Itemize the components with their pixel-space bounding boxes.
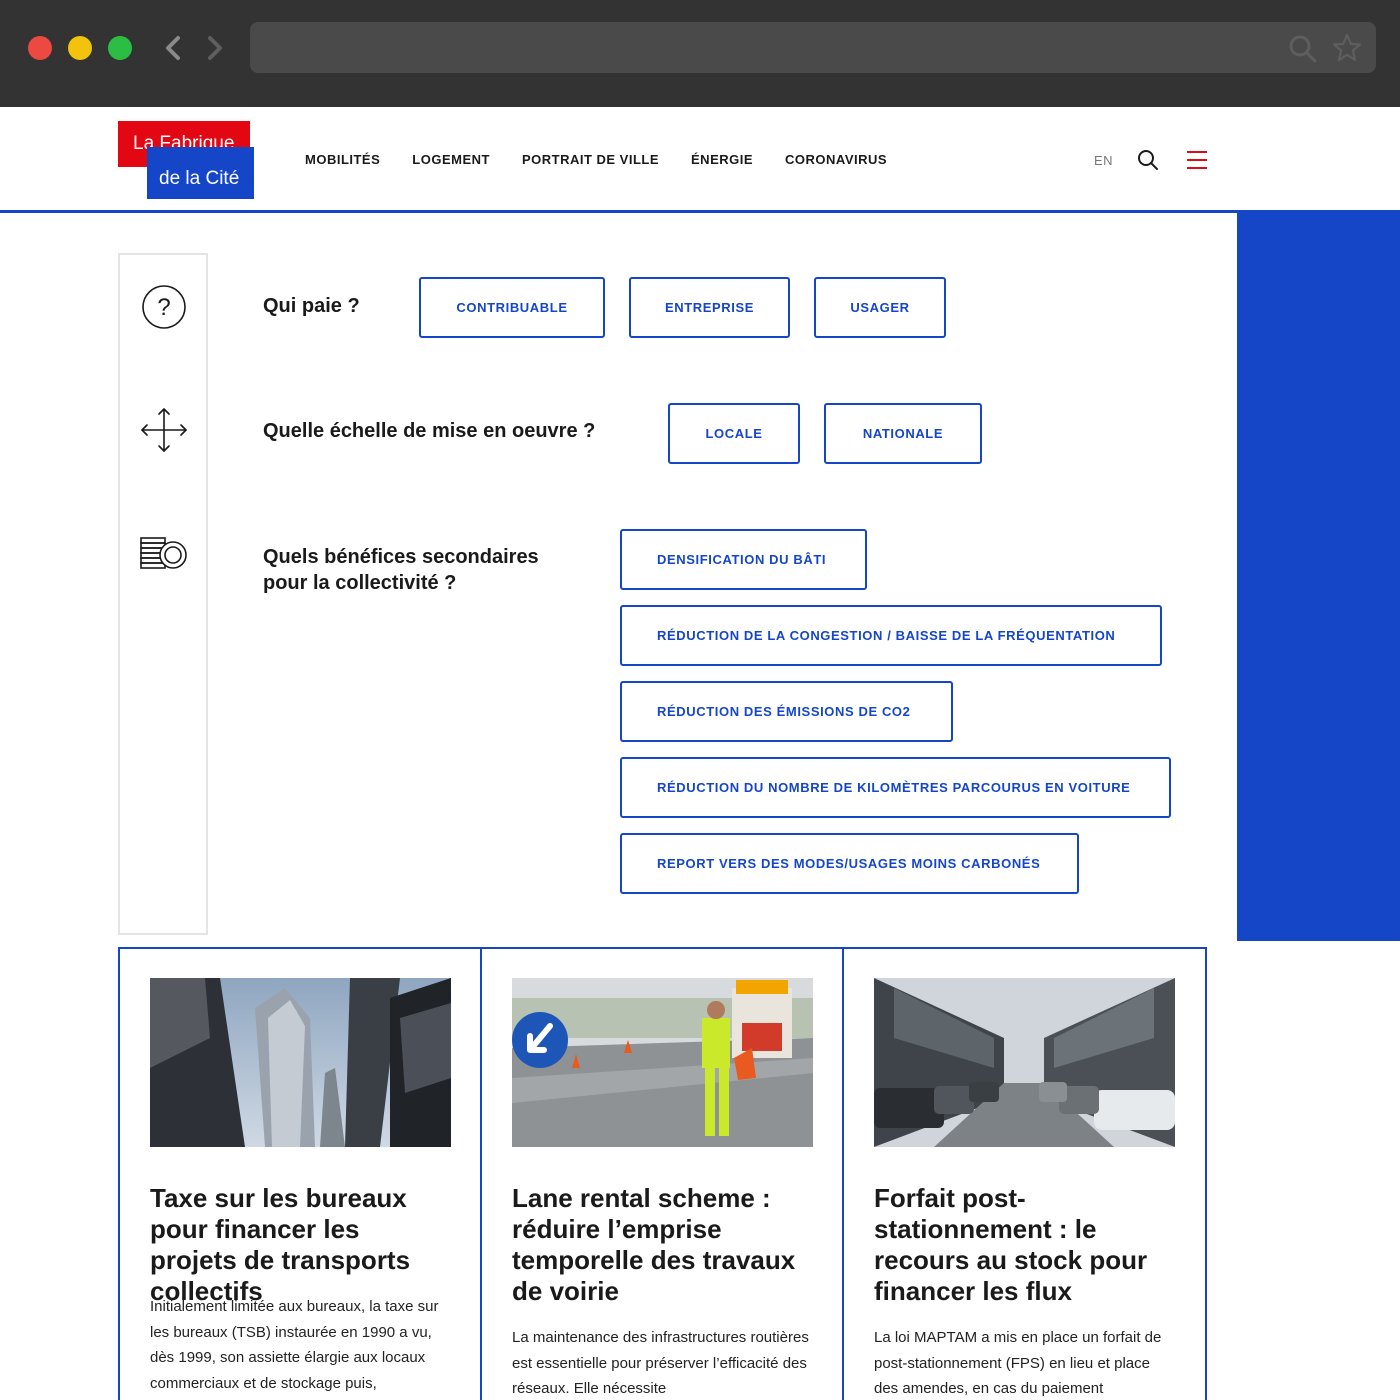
filter-option-reduction-co2[interactable]: RÉDUCTION DES ÉMISSIONS DE CO2 bbox=[620, 681, 953, 742]
search-icon[interactable] bbox=[1288, 34, 1318, 64]
main-nav: MOBILITÉS LOGEMENT PORTRAIT DE VILLE ÉNE… bbox=[305, 152, 919, 167]
question-circle-icon: ? bbox=[142, 285, 186, 329]
move-arrows-icon bbox=[141, 408, 187, 452]
card-divider bbox=[842, 947, 844, 1400]
filter-option-nationale[interactable]: NATIONALE bbox=[824, 403, 982, 464]
language-switch[interactable]: EN bbox=[1094, 153, 1113, 168]
filter-option-report-modes[interactable]: REPORT VERS DES MODES/USAGES MOINS CARBO… bbox=[620, 833, 1079, 894]
address-bar[interactable] bbox=[250, 22, 1376, 73]
bookmark-star-icon[interactable] bbox=[1332, 33, 1362, 63]
nav-item-coronavirus[interactable]: CORONAVIRUS bbox=[785, 152, 887, 167]
filter-option-reduction-congestion[interactable]: RÉDUCTION DE LA CONGESTION / BAISSE DE L… bbox=[620, 605, 1162, 666]
nav-item-logement[interactable]: LOGEMENT bbox=[412, 152, 490, 167]
card-title-taxe-bureaux[interactable]: Taxe sur les bureaux pour financer les p… bbox=[150, 1183, 450, 1307]
card-image-road-works[interactable] bbox=[512, 978, 813, 1147]
svg-text:?: ? bbox=[157, 294, 170, 321]
card-excerpt: La loi MAPTAM a mis en place un forfait … bbox=[874, 1329, 1162, 1397]
filter-option-usager[interactable]: USAGER bbox=[814, 277, 946, 338]
question-secondary-benefits: Quels bénéfices secondaires pour la coll… bbox=[263, 546, 539, 594]
decorative-blue-panel bbox=[1237, 213, 1400, 941]
filter-option-densification[interactable]: DENSIFICATION DU BÂTI bbox=[620, 529, 867, 590]
search-icon[interactable] bbox=[1137, 149, 1159, 171]
filter-icon-column bbox=[118, 253, 208, 935]
filter-option-contribuable[interactable]: CONTRIBUABLE bbox=[419, 277, 605, 338]
card-divider bbox=[480, 947, 482, 1400]
forward-arrow-icon[interactable] bbox=[202, 32, 226, 64]
card-title-forfait-post-stationnement[interactable]: Forfait post-stationnement : le recours … bbox=[874, 1183, 1174, 1307]
nav-item-energie[interactable]: ÉNERGIE bbox=[691, 152, 753, 167]
filter-option-locale[interactable]: LOCALE bbox=[668, 403, 800, 464]
filter-option-entreprise[interactable]: ENTREPRISE bbox=[629, 277, 790, 338]
nav-item-mobilites[interactable]: MOBILITÉS bbox=[305, 152, 380, 167]
close-window-button[interactable] bbox=[28, 36, 52, 60]
logo-line2[interactable]: de la Cité bbox=[147, 147, 254, 199]
hamburger-menu-icon[interactable] bbox=[1186, 150, 1208, 170]
card-image-skyscrapers[interactable] bbox=[150, 978, 451, 1147]
filter-option-reduction-km[interactable]: RÉDUCTION DU NOMBRE DE KILOMÈTRES PARCOU… bbox=[620, 757, 1171, 818]
header-divider bbox=[0, 210, 1400, 213]
nav-item-portrait-de-ville[interactable]: PORTRAIT DE VILLE bbox=[522, 152, 659, 167]
card-excerpt: Initialement limitée aux bureaux, la tax… bbox=[150, 1298, 439, 1392]
question-scale: Quelle échelle de mise en oeuvre ? bbox=[263, 420, 596, 442]
card-title-lane-rental[interactable]: Lane rental scheme : réduire l’emprise t… bbox=[512, 1183, 812, 1307]
maximize-window-button[interactable] bbox=[108, 36, 132, 60]
browser-toolbar bbox=[0, 0, 1400, 107]
back-arrow-icon[interactable] bbox=[162, 32, 186, 64]
coins-stack-icon bbox=[140, 537, 187, 569]
card-image-parked-cars-street[interactable] bbox=[874, 978, 1175, 1147]
question-who-pays: Qui paie ? bbox=[263, 295, 360, 317]
minimize-window-button[interactable] bbox=[68, 36, 92, 60]
card-excerpt: La maintenance des infrastructures routi… bbox=[512, 1329, 809, 1397]
